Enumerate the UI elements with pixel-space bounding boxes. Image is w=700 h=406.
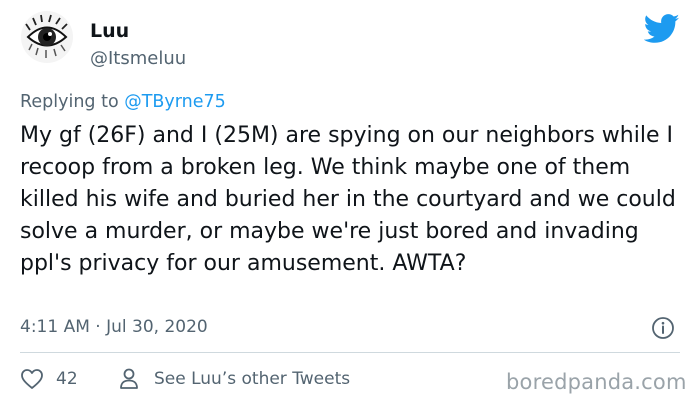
replying-to-line: Replying to @TByrne75 <box>20 92 226 112</box>
tweet-body: My gf (26F) and I (25M) are spying on ou… <box>20 123 676 276</box>
boredpanda-watermark: boredpanda.com <box>506 370 687 394</box>
reply-mention-link[interactable]: @TByrne75 <box>124 92 226 112</box>
author-avatar[interactable] <box>20 10 74 64</box>
like-button[interactable]: 42 <box>20 367 78 391</box>
like-count: 42 <box>56 369 78 389</box>
replying-to-label: Replying to <box>20 92 125 112</box>
tweet-timestamp[interactable]: 4:11 AM · Jul 30, 2020 <box>20 317 208 337</box>
person-icon <box>120 368 138 389</box>
author-handle[interactable]: @Itsmeluu <box>90 48 186 69</box>
heart-icon <box>21 369 43 389</box>
author-display-name[interactable]: Luu <box>90 20 129 42</box>
eye-sketch-icon <box>21 11 73 63</box>
see-other-tweets-link[interactable]: See Luu’s other Tweets <box>118 367 350 391</box>
twitter-bird-icon[interactable] <box>644 14 680 44</box>
info-icon[interactable] <box>651 316 675 340</box>
tweet-card: Luu @Itsmeluu Replying to @TByrne75 My g… <box>0 0 700 406</box>
see-other-tweets-label: See Luu’s other Tweets <box>154 369 351 389</box>
footer-divider <box>20 352 680 353</box>
